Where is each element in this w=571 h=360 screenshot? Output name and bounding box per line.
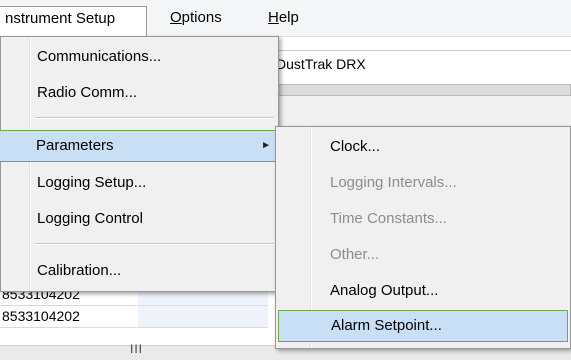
menu-item-alarm-setpoint[interactable]: Alarm Setpoint... [278, 310, 568, 342]
menu-item-calibration[interactable]: Calibration... [3, 255, 276, 287]
menu-item-communications[interactable]: Communications... [3, 41, 276, 73]
menu-help-label: Help [268, 9, 299, 26]
parameters-submenu: Clock... Logging Intervals... Time Const… [275, 126, 571, 349]
menu-separator [35, 243, 274, 245]
menu-item-label: Alarm Setpoint... [331, 317, 442, 334]
menu-item-analog-output[interactable]: Analog Output... [278, 275, 568, 307]
menu-item-clock[interactable]: Clock... [278, 131, 568, 163]
menu-item-parameters[interactable]: Parameters ► [0, 130, 280, 162]
menu-options[interactable]: Options [164, 6, 228, 30]
menu-help[interactable]: Help [262, 6, 305, 30]
menu-item-logging-setup[interactable]: Logging Setup... [3, 167, 276, 199]
menu-item-label: Analog Output... [330, 282, 439, 299]
menu-item-label: Radio Comm... [37, 84, 138, 101]
serial-cell: 8533104202 [0, 306, 138, 328]
menu-item-logging-control[interactable]: Logging Control [3, 203, 276, 235]
instrument-name-field[interactable]: DustTrak DRX [270, 50, 571, 80]
menu-item-label: Logging Setup... [37, 174, 147, 191]
scrollbar-grip[interactable]: III [130, 342, 143, 356]
menu-options-label: Options [170, 9, 222, 26]
menu-item-label: Logging Control [37, 210, 143, 227]
menu-item-label: Parameters [36, 137, 114, 154]
menu-item-label: Other... [330, 246, 380, 263]
menu-item-time-constants: Time Constants... [278, 203, 568, 235]
menu-item-logging-intervals: Logging Intervals... [278, 167, 568, 199]
serial-text: 8533104202 [2, 308, 80, 324]
submenu-arrow-icon: ► [261, 140, 271, 151]
menu-item-radio-comm[interactable]: Radio Comm... [3, 77, 276, 109]
menu-item-label: Calibration... [37, 262, 122, 279]
table-cell [138, 306, 268, 328]
menu-item-label: Time Constants... [330, 210, 447, 227]
menu-bar: nstrument Setup Options Help [0, 0, 571, 37]
menu-item-label: Clock... [330, 138, 381, 155]
menu-item-label: Communications... [37, 48, 162, 65]
menu-separator [35, 117, 274, 119]
background-panel [270, 96, 571, 126]
header-bar [270, 84, 571, 96]
instrument-setup-menu: Communications... Radio Comm... Paramete… [0, 36, 280, 292]
menu-item-label: Logging Intervals... [330, 174, 457, 191]
menu-instrument-setup[interactable]: nstrument Setup [0, 6, 147, 36]
menu-gutter [29, 37, 31, 291]
menu-item-other: Other... [278, 239, 568, 271]
instrument-name-text: DustTrak DRX [276, 56, 366, 72]
menu-instrument-setup-label: nstrument Setup [5, 10, 116, 27]
